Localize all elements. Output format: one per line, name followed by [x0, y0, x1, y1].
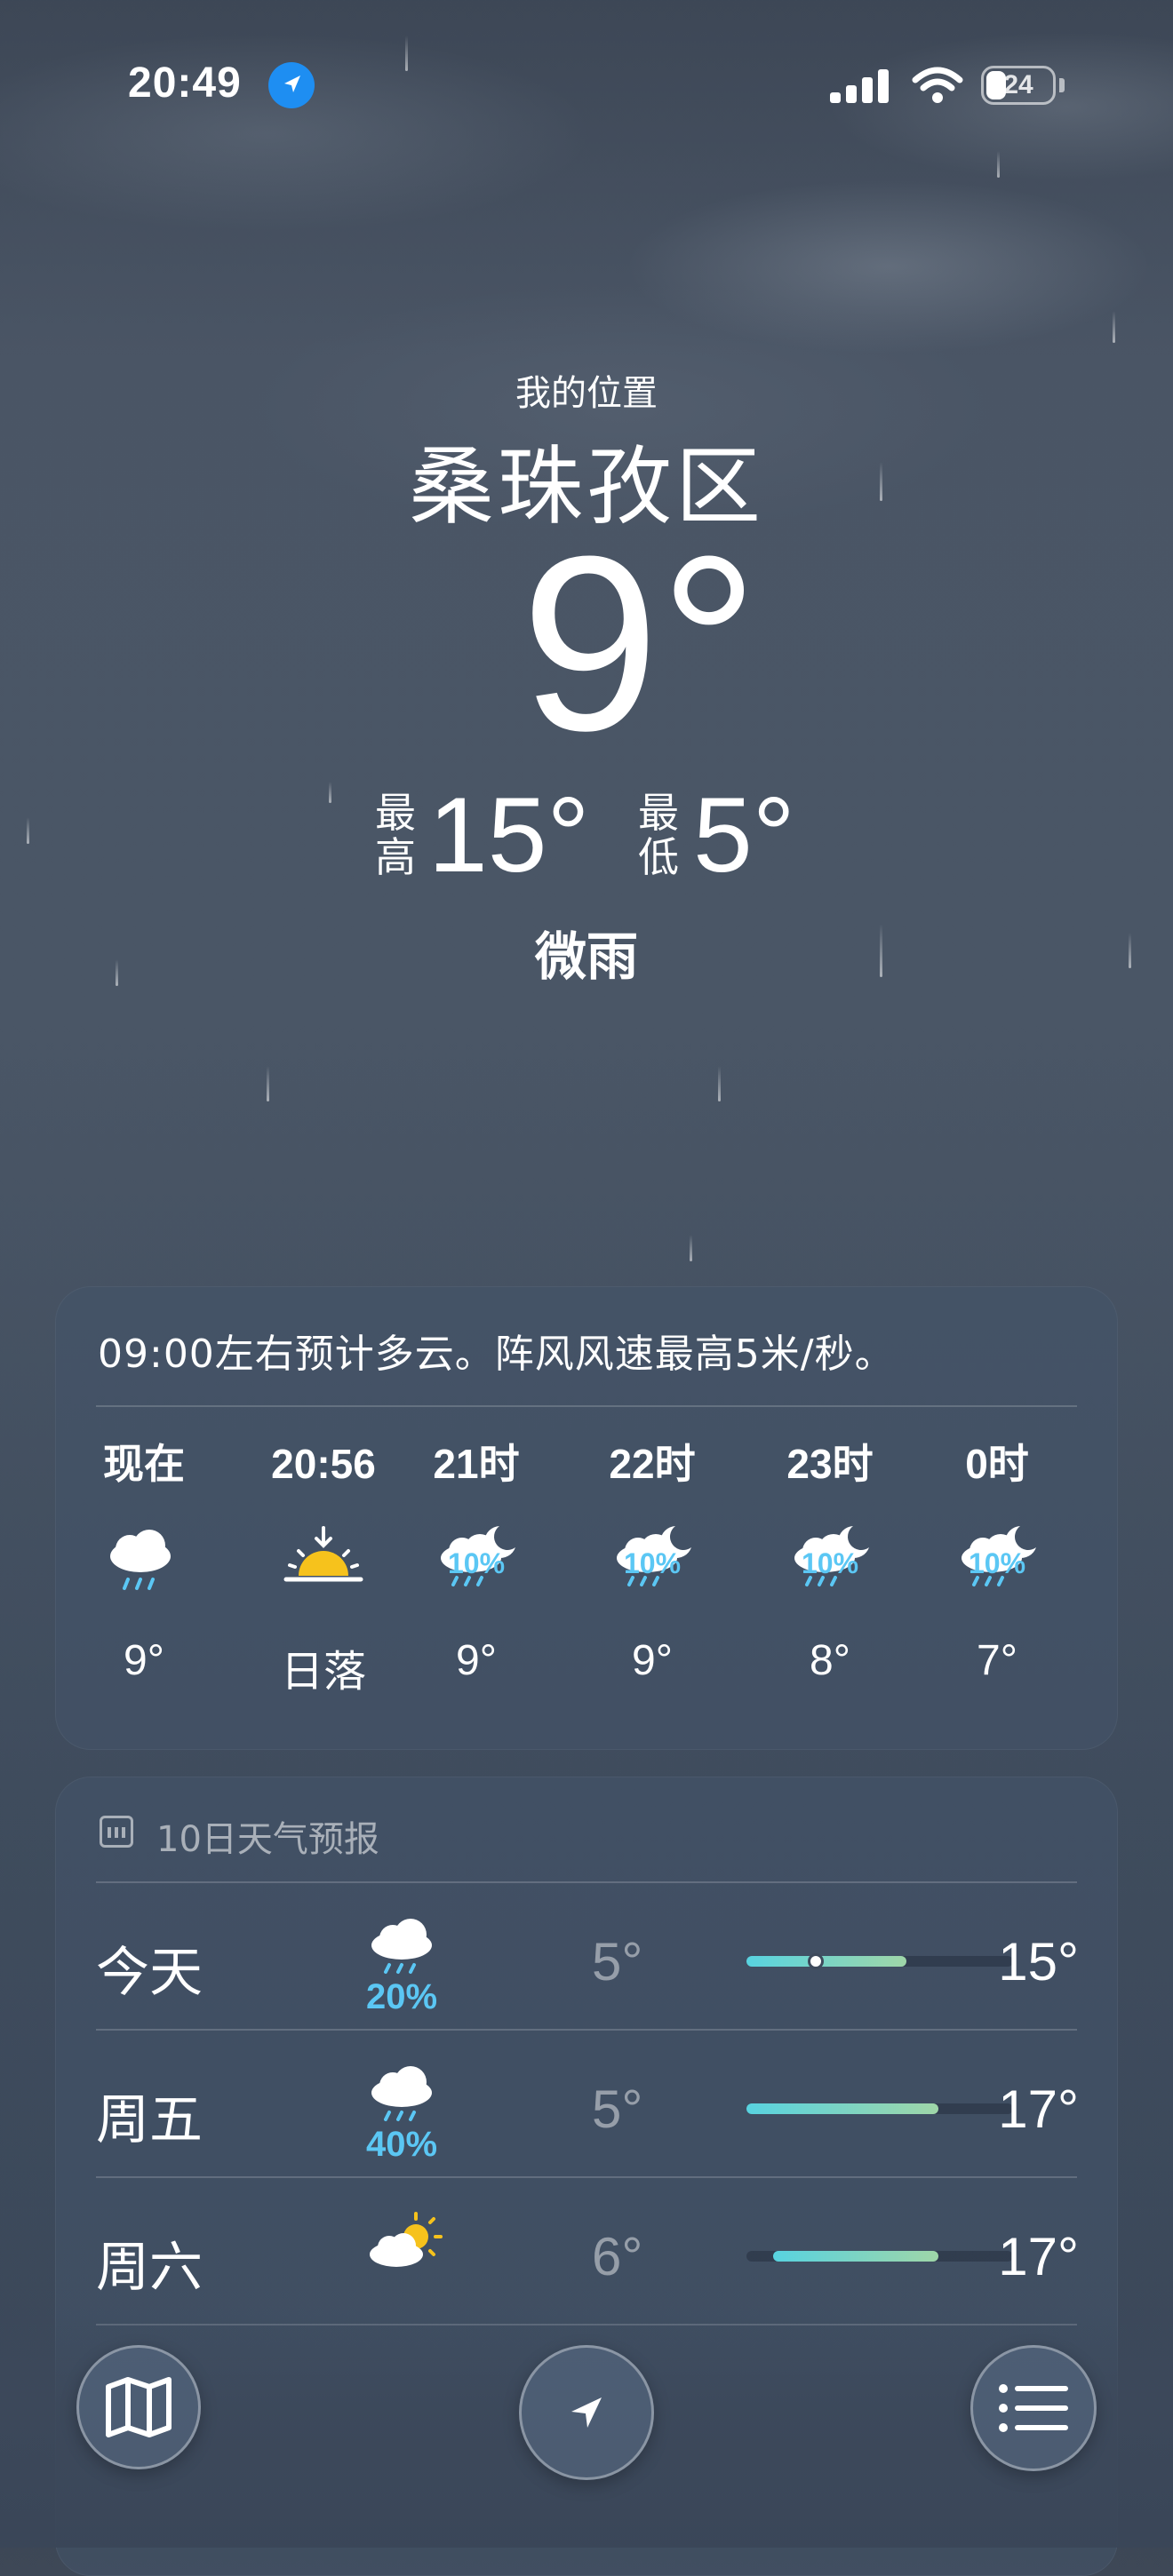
day-row-today[interactable]: 今天 20% 5° 15°: [96, 1885, 1079, 2031]
temp-range-fill: [773, 2251, 938, 2262]
hour-time: 现在: [103, 1441, 185, 1487]
day-high: 17°: [998, 2079, 1079, 2139]
rain-cloud-icon: [371, 2066, 432, 2121]
day-high: 15°: [998, 1932, 1079, 1992]
hour-item: 20:56 日落: [235, 1439, 412, 1696]
temp-range-bar: [746, 1953, 1013, 1969]
current-temp-marker: [808, 1953, 824, 1969]
rain-cloud-icon: [371, 1919, 432, 1974]
hour-temp: 9°: [456, 1637, 497, 1684]
hour-time: 23时: [786, 1441, 874, 1487]
hour-temp: 9°: [632, 1637, 673, 1684]
day-high: 17°: [998, 2227, 1079, 2286]
temp-range-bar: [746, 2251, 1013, 2262]
city-list-button[interactable]: [970, 2345, 1097, 2471]
calendar-icon: [100, 1816, 133, 1848]
location-label: 我的位置: [515, 373, 658, 414]
status-bar: 20:49 24: [0, 59, 1173, 112]
hour-time: 0时: [965, 1441, 1029, 1487]
hour-time: 20:56: [271, 1441, 376, 1487]
map-icon: [106, 2377, 172, 2437]
day-low: 6°: [592, 2227, 643, 2286]
hour-temp: 7°: [977, 1637, 1017, 1684]
temp-range-bar: [746, 2103, 1013, 2114]
wifi-icon: [912, 67, 963, 103]
sunset-label: 日落: [280, 1649, 366, 1696]
hour-precip: 10%: [447, 1547, 506, 1579]
battery-cap: [1059, 78, 1065, 92]
location-arrow-icon: [571, 2397, 602, 2428]
hour-item: 现在 9°: [55, 1439, 233, 1684]
low-temp: 5°: [693, 775, 795, 894]
location-services-icon: [268, 62, 315, 108]
high-low: 最高 15° 最低 5°: [0, 782, 1173, 888]
list-icon: [999, 2384, 1068, 2432]
day-name: 今天: [96, 1942, 203, 2004]
hour-precip: 10%: [968, 1547, 1026, 1579]
temp-range-fill: [746, 2103, 938, 2114]
high-temp: 15°: [428, 775, 590, 894]
low-label: 最低: [638, 789, 679, 881]
day-row-saturday[interactable]: 周六 6° 17°: [96, 2180, 1079, 2326]
high-label: 最高: [375, 789, 416, 881]
hour-temp: 9°: [124, 1637, 164, 1684]
day-row-friday[interactable]: 周五 40% 5° 17°: [96, 2032, 1079, 2178]
card-divider: [96, 1405, 1077, 1407]
hour-item: 21时 10% 9°: [387, 1439, 565, 1684]
battery-icon: 24: [981, 66, 1056, 105]
forecast-summary: 09:00左右预计多云。阵风风速最高5米/秒。: [98, 1332, 895, 1377]
day-low: 5°: [592, 1932, 643, 1992]
hour-item: 22时 10% 9°: [563, 1439, 741, 1684]
cellular-signal-icon: [830, 69, 892, 103]
rain-cloud-icon: [110, 1530, 171, 1590]
current-location-button[interactable]: [519, 2345, 654, 2480]
day-precip: 20%: [365, 1977, 438, 2016]
hour-time: 22时: [609, 1441, 696, 1487]
hour-item: 23时 10% 8°: [741, 1439, 919, 1684]
day-name: 周六: [96, 2237, 203, 2299]
hour-item: 0时 10% 7°: [908, 1439, 1086, 1684]
hour-precip: 10%: [623, 1547, 682, 1579]
day-name: 周五: [96, 2089, 203, 2151]
sunset-icon: [283, 1526, 363, 1582]
hour-time: 21时: [433, 1441, 520, 1487]
partly-sunny-icon: [370, 2212, 443, 2267]
row-divider: [96, 1881, 1077, 1883]
row-divider: [96, 2176, 1077, 2178]
hourly-forecast-card[interactable]: 09:00左右预计多云。阵风风速最高5米/秒。 现在 9° 20:56 日落 2…: [55, 1286, 1118, 1750]
day-low: 5°: [592, 2079, 643, 2139]
battery-level: 24: [1003, 70, 1033, 99]
day-precip: 40%: [365, 2125, 438, 2164]
current-temperature: 9°: [521, 505, 759, 783]
map-button[interactable]: [76, 2345, 201, 2469]
hour-temp: 8°: [810, 1637, 850, 1684]
ten-day-title: 10日天气预报: [156, 1819, 379, 1860]
condition-text: 微雨: [534, 926, 638, 987]
status-time: 20:49: [128, 60, 242, 107]
row-divider: [96, 2029, 1077, 2031]
hour-precip: 10%: [801, 1547, 859, 1579]
temp-range-fill: [746, 1956, 906, 1967]
